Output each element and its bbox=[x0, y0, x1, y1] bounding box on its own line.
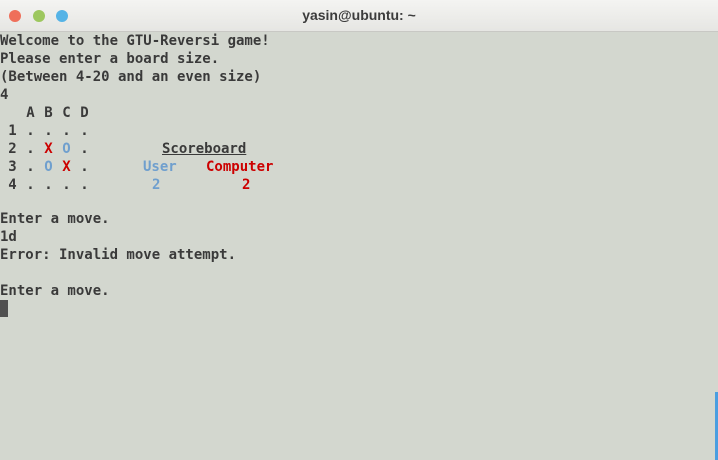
title-bar[interactable]: yasin@ubuntu: ~ bbox=[0, 0, 718, 32]
board-cell-o: O bbox=[44, 159, 53, 175]
row-label: 1 bbox=[8, 123, 17, 139]
board-cell: . bbox=[80, 141, 89, 157]
board-cell: . bbox=[44, 123, 53, 139]
board-cell: . bbox=[62, 177, 71, 193]
board-row: 3 . O X . User Computer bbox=[0, 158, 300, 176]
column-label: A bbox=[26, 105, 35, 121]
row-label: 3 bbox=[8, 159, 17, 175]
board-cell: . bbox=[44, 177, 53, 193]
board-cell: . bbox=[26, 123, 35, 139]
window-title: yasin@ubuntu: ~ bbox=[302, 7, 416, 23]
board-cell: . bbox=[26, 159, 35, 175]
input-board-size: 4 bbox=[0, 87, 9, 103]
log-line-input: 1d bbox=[0, 229, 17, 245]
terminal-window: yasin@ubuntu: ~ Welcome to the GTU-Rever… bbox=[0, 0, 718, 460]
intro-line-prompt: Please enter a board size. bbox=[0, 51, 220, 67]
scoreboard-user-score: 2 bbox=[152, 177, 161, 193]
intro-line-hint: (Between 4-20 and an even size) bbox=[0, 69, 262, 85]
board-cell-x: X bbox=[62, 159, 71, 175]
board-cell: . bbox=[80, 159, 89, 175]
board-cell: . bbox=[26, 177, 35, 193]
board-row: 1 . . . . bbox=[0, 122, 300, 140]
scoreboard-computer-score: 2 bbox=[242, 177, 251, 193]
intro-line-welcome: Welcome to the GTU-Reversi game! bbox=[0, 33, 270, 49]
row-label: 2 bbox=[8, 141, 17, 157]
text-cursor bbox=[0, 300, 8, 317]
log-line-prompt: Enter a move. bbox=[0, 211, 110, 227]
board-cell: . bbox=[80, 177, 89, 193]
board-cell: . bbox=[80, 123, 89, 139]
column-label: B bbox=[44, 105, 53, 121]
row-label: 4 bbox=[8, 177, 17, 193]
terminal-output[interactable]: Welcome to the GTU-Reversi game! Please … bbox=[0, 32, 718, 460]
board-row: 4 . . . . 2 2 bbox=[0, 176, 300, 194]
board-row: 2 . X O . Scoreboard bbox=[0, 140, 300, 158]
board-column-header: A B C D bbox=[0, 104, 100, 122]
column-label: C bbox=[62, 105, 71, 121]
board-cell-x: X bbox=[44, 141, 53, 157]
scoreboard-computer-label: Computer bbox=[206, 159, 274, 175]
column-label: D bbox=[80, 105, 89, 121]
scoreboard-title: Scoreboard bbox=[162, 141, 247, 157]
board-cell-o: O bbox=[62, 141, 71, 157]
scoreboard-user-label: User bbox=[143, 159, 177, 175]
log-line-error: Error: Invalid move attempt. bbox=[0, 247, 237, 263]
log-line-prompt: Enter a move. bbox=[0, 283, 110, 299]
board-cell: . bbox=[26, 141, 35, 157]
board-cell: . bbox=[62, 123, 71, 139]
